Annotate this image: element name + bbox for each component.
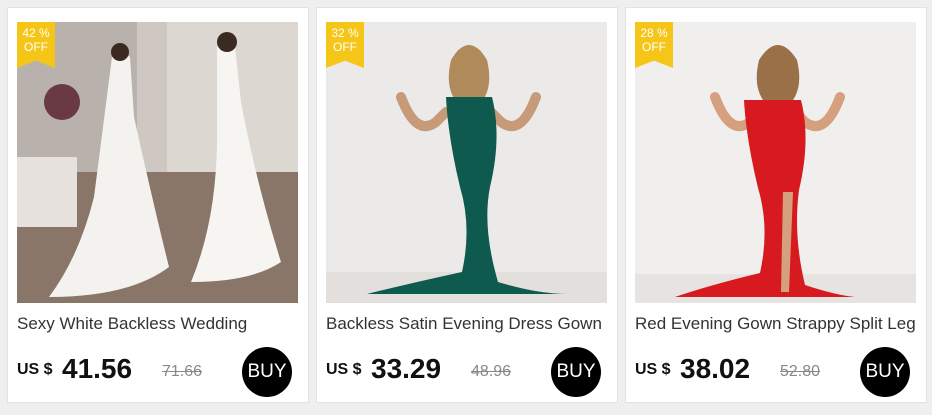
discount-value: 28 % xyxy=(640,26,668,40)
buy-button[interactable]: BUY xyxy=(860,347,910,397)
product-title[interactable]: Sexy White Backless Wedding xyxy=(17,314,302,334)
sale-price: 41.56 xyxy=(62,353,133,384)
currency-label: US $ xyxy=(326,361,362,378)
discount-label: OFF xyxy=(24,40,48,54)
product-card[interactable]: 42 % OFF Sexy White Backless Wedding US … xyxy=(7,7,309,403)
product-image[interactable] xyxy=(17,22,298,303)
product-title[interactable]: Red Evening Gown Strappy Split Leg xyxy=(635,314,920,334)
original-price: 52.80 xyxy=(780,363,821,380)
original-price: 48.96 xyxy=(471,363,512,380)
product-card[interactable]: 32 % OFF Backless Satin Evening Dress Go… xyxy=(316,7,618,403)
currency-label: US $ xyxy=(17,361,53,378)
original-price: 71.66 xyxy=(162,363,203,380)
product-image[interactable] xyxy=(326,22,607,303)
product-image[interactable] xyxy=(635,22,916,303)
sale-price: 38.02 xyxy=(680,353,751,384)
product-grid: 42 % OFF Sexy White Backless Wedding US … xyxy=(0,0,932,415)
discount-value: 32 % xyxy=(331,26,359,40)
discount-value: 42 % xyxy=(22,26,50,40)
discount-label: OFF xyxy=(333,40,357,54)
sale-price: 33.29 xyxy=(371,353,442,384)
currency-label: US $ xyxy=(635,361,671,378)
buy-button[interactable]: BUY xyxy=(242,347,292,397)
discount-label: OFF xyxy=(642,40,666,54)
product-title[interactable]: Backless Satin Evening Dress Gown xyxy=(326,314,611,334)
product-card[interactable]: 28 % OFF Red Evening Gown Strappy Split … xyxy=(625,7,927,403)
buy-button[interactable]: BUY xyxy=(551,347,601,397)
